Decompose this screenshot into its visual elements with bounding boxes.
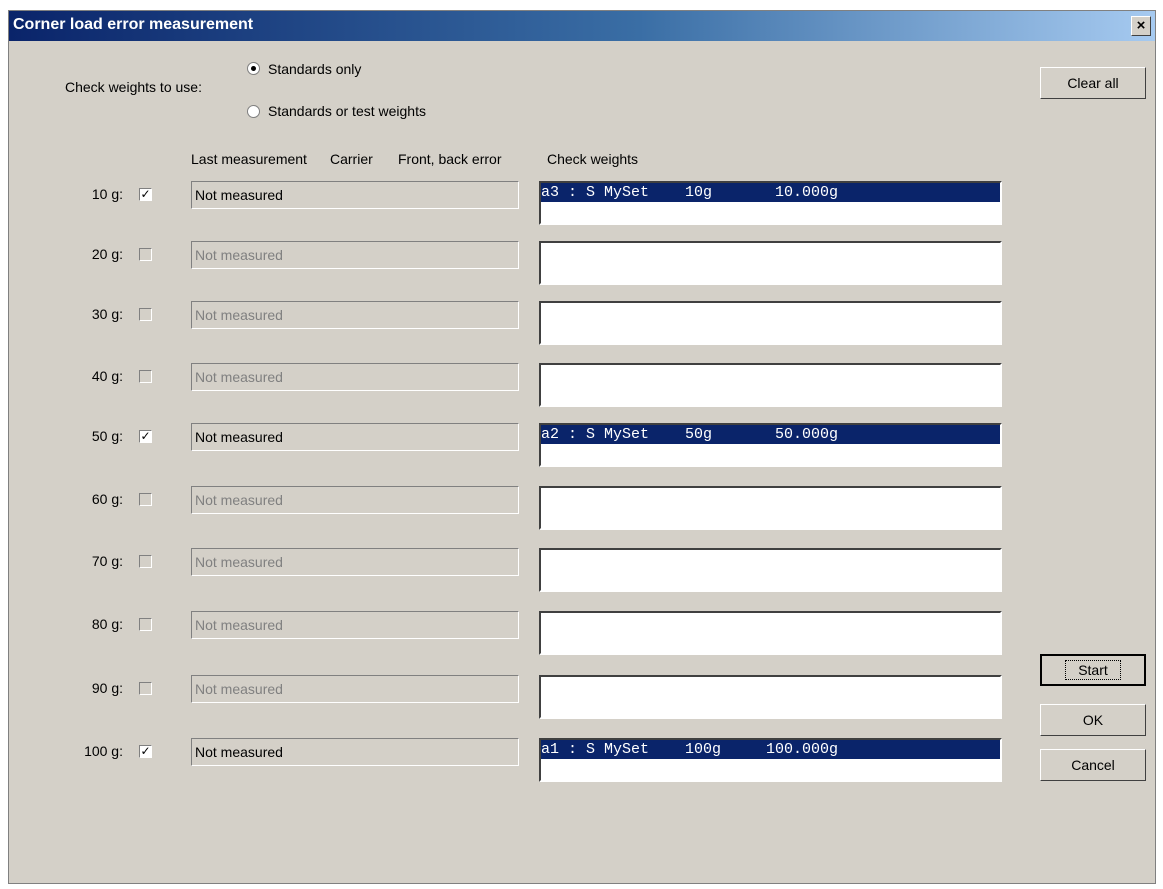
row-checkbox[interactable]: [139, 248, 152, 261]
check-weight-list-item[interactable]: a2 : S MySet 50g 50.000g: [541, 425, 1000, 444]
check-weights-list[interactable]: [539, 301, 1002, 345]
radio-standards-only[interactable]: [247, 62, 260, 75]
last-measurement-field: Not measured: [191, 181, 519, 209]
title-bar[interactable]: Corner load error measurement ×: [9, 11, 1155, 41]
radio-standards-or-test-label[interactable]: Standards or test weights: [268, 103, 426, 119]
radio-standards-only-label[interactable]: Standards only: [268, 61, 361, 77]
row-checkbox[interactable]: [139, 618, 152, 631]
last-measurement-field: Not measured: [191, 548, 519, 576]
check-weights-list[interactable]: [539, 548, 1002, 592]
check-weights-list[interactable]: [539, 241, 1002, 285]
radio-selected-dot: [251, 66, 256, 71]
row-checkbox[interactable]: [139, 308, 152, 321]
row-weight-label: 90 g:: [91, 680, 123, 696]
start-button-label: Start: [1065, 660, 1121, 680]
clear-all-button[interactable]: Clear all: [1040, 67, 1146, 99]
row-weight-label: 60 g:: [91, 491, 123, 507]
close-button[interactable]: ×: [1131, 16, 1151, 36]
row-weight-label: 50 g:: [91, 428, 123, 444]
row-checkbox[interactable]: [139, 493, 152, 506]
row-checkbox[interactable]: [139, 555, 152, 568]
last-measurement-field: Not measured: [191, 423, 519, 451]
row-weight-label: 30 g:: [91, 306, 123, 322]
ok-button[interactable]: OK: [1040, 704, 1146, 736]
row-weight-label: 80 g:: [91, 616, 123, 632]
check-weights-list[interactable]: [539, 675, 1002, 719]
check-weights-list[interactable]: [539, 611, 1002, 655]
check-weight-list-item[interactable]: a1 : S MySet 100g 100.000g: [541, 740, 1000, 759]
check-weight-list-item[interactable]: a3 : S MySet 10g 10.000g: [541, 183, 1000, 202]
check-weights-list[interactable]: a3 : S MySet 10g 10.000g: [539, 181, 1002, 225]
row-weight-label: 40 g:: [91, 368, 123, 384]
corner-load-dialog: Corner load error measurement × Check we…: [8, 10, 1156, 884]
header-front-back-error: Front, back error: [398, 151, 502, 167]
row-weight-label: 10 g:: [91, 186, 123, 202]
row-weight-label: 20 g:: [91, 246, 123, 262]
check-weights-label: Check weights to use:: [65, 79, 202, 95]
last-measurement-field: Not measured: [191, 486, 519, 514]
row-weight-label: 100 g:: [84, 743, 123, 759]
header-last-measurement: Last measurement: [191, 151, 307, 167]
last-measurement-field: Not measured: [191, 241, 519, 269]
check-weights-list[interactable]: [539, 486, 1002, 530]
window-title: Corner load error measurement: [13, 16, 254, 33]
check-weights-list[interactable]: a2 : S MySet 50g 50.000g: [539, 423, 1002, 467]
cancel-button[interactable]: Cancel: [1040, 749, 1146, 781]
check-weights-list[interactable]: a1 : S MySet 100g 100.000g: [539, 738, 1002, 782]
row-checkbox[interactable]: ✓: [139, 430, 152, 443]
header-check-weights: Check weights: [547, 151, 639, 167]
check-weights-list[interactable]: [539, 363, 1002, 407]
row-checkbox[interactable]: [139, 682, 152, 695]
row-checkbox[interactable]: ✓: [139, 745, 152, 758]
row-weight-label: 70 g:: [91, 553, 123, 569]
last-measurement-field: Not measured: [191, 675, 519, 703]
radio-standards-or-test[interactable]: [247, 105, 260, 118]
header-carrier: Carrier: [330, 151, 373, 167]
last-measurement-field: Not measured: [191, 611, 519, 639]
row-checkbox[interactable]: [139, 370, 152, 383]
last-measurement-field: Not measured: [191, 301, 519, 329]
last-measurement-field: Not measured: [191, 363, 519, 391]
last-measurement-field: Not measured: [191, 738, 519, 766]
start-button[interactable]: Start: [1040, 654, 1146, 686]
row-checkbox[interactable]: ✓: [139, 188, 152, 201]
